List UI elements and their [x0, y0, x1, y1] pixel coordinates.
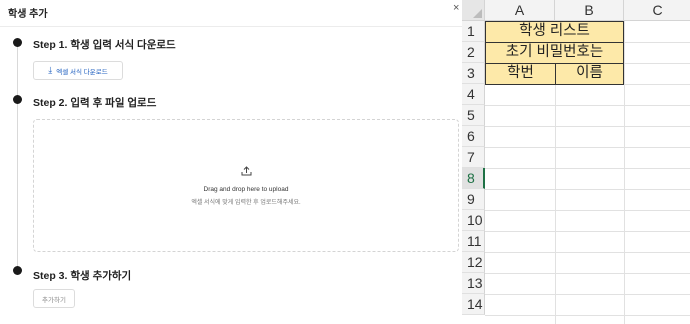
grid-line: [485, 315, 690, 316]
cell-a3[interactable]: 학번: [485, 63, 556, 85]
step-3-marker: [13, 266, 22, 275]
row-header-8[interactable]: 8: [462, 168, 485, 189]
grid-line: [485, 147, 690, 148]
grid-line: [624, 21, 625, 324]
download-template-button[interactable]: ⤓ 엑셀 서식 다운로드: [33, 61, 123, 80]
grid-line: [485, 231, 690, 232]
file-dropzone[interactable]: Drag and drop here to upload 엑셀 서식에 맞게 입…: [33, 119, 459, 252]
row-header-9[interactable]: 9: [462, 189, 485, 210]
dropzone-text: Drag and drop here to upload: [203, 186, 289, 193]
row-header-12[interactable]: 12: [462, 252, 485, 273]
add-students-button[interactable]: 추가하기: [33, 289, 75, 308]
select-all-icon: [473, 9, 482, 18]
grid-line: [485, 294, 690, 295]
grid-line: [485, 210, 690, 211]
spreadsheet: A B C 1 2 3 4 5 6 7 8 9 10 11 12 13 14 학…: [462, 0, 690, 324]
upload-icon: [34, 166, 458, 179]
step-1-title: Step 1. 학생 입력 서식 다운로드: [33, 39, 176, 51]
row-header-14[interactable]: 14: [462, 294, 485, 315]
row-header-10[interactable]: 10: [462, 210, 485, 231]
step-timeline: [17, 43, 18, 271]
title-divider: [0, 26, 462, 27]
cell-a2-merged[interactable]: 초기 비밀번호는: [485, 42, 624, 64]
close-button[interactable]: ×: [453, 2, 459, 14]
select-all-corner[interactable]: [462, 0, 485, 21]
step-2-marker: [13, 95, 22, 104]
row-header-7[interactable]: 7: [462, 147, 485, 168]
cell-a1-merged[interactable]: 학생 리스트: [485, 21, 624, 43]
row-header-4[interactable]: 4: [462, 84, 485, 105]
cell-b3[interactable]: 이름: [555, 63, 624, 85]
dialog-title: 학생 추가: [8, 9, 48, 20]
download-icon: ⤓: [48, 65, 53, 75]
grid-line: [485, 168, 690, 169]
add-student-dialog: 학생 추가 × Step 1. 학생 입력 서식 다운로드 ⤓ 엑셀 서식 다운…: [0, 0, 462, 324]
row-header-2[interactable]: 2: [462, 42, 485, 63]
row-header-3[interactable]: 3: [462, 63, 485, 84]
row-header-5[interactable]: 5: [462, 105, 485, 126]
grid-line: [485, 273, 690, 274]
dropzone-subtext: 엑셀 서식에 맞게 입력한 후 업로드해주세요.: [191, 200, 301, 206]
grid-line: [485, 126, 690, 127]
grid-line: [485, 189, 690, 190]
step-2-title: Step 2. 입력 후 파일 업로드: [33, 97, 157, 109]
step-3-title: Step 3. 학생 추가하기: [33, 270, 132, 282]
step-1-marker: [13, 38, 22, 47]
row-header-13[interactable]: 13: [462, 273, 485, 294]
column-header-b[interactable]: B: [555, 0, 624, 21]
column-header-c[interactable]: C: [624, 0, 690, 21]
row-header-1[interactable]: 1: [462, 21, 485, 42]
row-header-11[interactable]: 11: [462, 231, 485, 252]
download-template-label: 엑셀 서식 다운로드: [56, 68, 108, 76]
grid-line: [485, 252, 690, 253]
column-header-a[interactable]: A: [485, 0, 555, 21]
row-header-6[interactable]: 6: [462, 126, 485, 147]
grid-line: [485, 105, 690, 106]
